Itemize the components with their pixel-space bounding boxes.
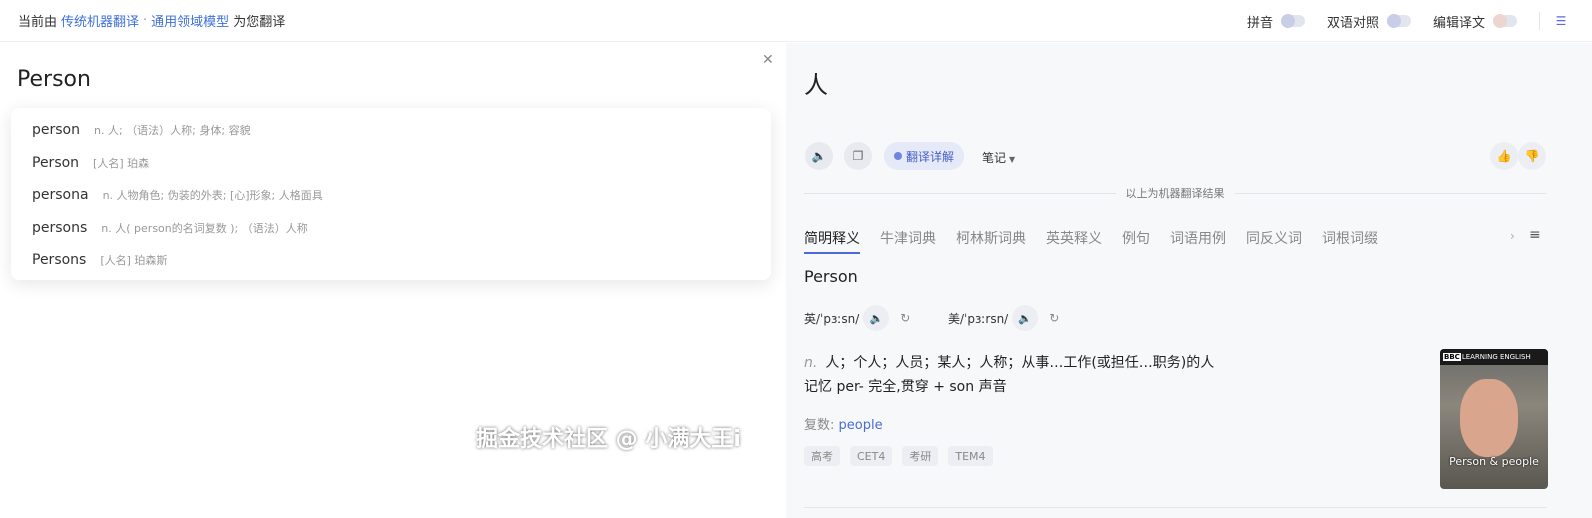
tab-oxford[interactable]: 牛津词典 (880, 228, 936, 254)
speaker-icon[interactable]: 🔈 (805, 142, 833, 170)
suggestion-word: Person (32, 154, 80, 171)
presenter-image (1460, 379, 1518, 457)
suggestion-item[interactable]: persona n. 人物角色; 伪装的外表; [心]形象; 人格面具 (11, 179, 771, 212)
suggestion-word: person (32, 122, 80, 139)
suggestion-def: [人名] 珀森 (93, 156, 150, 170)
bilingual-label: 双语对照 (1326, 15, 1379, 31)
notes-dropdown[interactable]: 笔记 ▼ (982, 149, 1015, 166)
exam-tags: 高考 CET4 考研 TEM4 (804, 446, 1003, 466)
suggestion-item[interactable]: person n. 人; （语法）人称; 身体; 容貌 (11, 114, 771, 147)
close-icon[interactable]: ✕ (762, 52, 774, 68)
detail-icon (894, 152, 902, 160)
definition: n. 人；个人；人员；某人；人称；从事…工作(或担任…职务)的人 (804, 352, 1214, 372)
suggestion-word: Persons (32, 252, 87, 269)
pinyin-label: 拼音 (1246, 15, 1273, 31)
uk-label: 英/ˈpɜːsn/ (804, 311, 860, 326)
headword: Person (804, 267, 858, 286)
exam-tag: 考研 (902, 446, 939, 466)
source-text[interactable]: Person (17, 67, 91, 92)
tab-collins[interactable]: 柯林斯词典 (956, 228, 1026, 254)
definition-text: 人；个人；人员；某人；人称；从事…工作(或担任…职务)的人 (825, 355, 1215, 371)
suggestion-def: [人名] 珀森斯 (100, 254, 168, 268)
video-caption: Person & people (1449, 455, 1539, 468)
caret-down-icon: ▼ (1009, 155, 1016, 164)
menu-icon[interactable]: ≡ (1529, 227, 1541, 243)
tab-roots[interactable]: 词根词缀 (1322, 228, 1378, 254)
engine-link[interactable]: 传统机器翻译 (61, 11, 139, 30)
edit-toggle[interactable] (1493, 14, 1517, 28)
bilingual-toggle[interactable] (1386, 14, 1411, 28)
bottom-divider (804, 507, 1546, 508)
thumbs-down-icon[interactable]: 👎 (1518, 142, 1546, 170)
dict-tabs: 简明释义 牛津词典 柯林斯词典 英英释义 例句 词语用例 同反义词 词根词缀 (804, 228, 1398, 254)
engine-suffix: 为您翻译 (233, 15, 286, 30)
topbar-divider (1539, 12, 1540, 30)
machine-note-divider: 以上为机器翻译结果 (804, 185, 1546, 201)
copy-icon[interactable]: ❐ (844, 142, 872, 170)
chevron-right-icon[interactable]: › (1510, 229, 1515, 243)
watermark: 掘金技术社区 @ 小满大王i (476, 427, 741, 452)
pinyin-toggle[interactable] (1280, 14, 1305, 28)
tab-usage[interactable]: 词语用例 (1170, 228, 1226, 254)
uk-pronunciation: 英/ˈpɜːsn/ 🔈 ↻ (804, 305, 913, 331)
suggestion-item[interactable]: Person [人名] 珀森 (11, 147, 771, 180)
translation-detail-button[interactable]: 翻译详解 (884, 142, 965, 170)
part-of-speech: n. (804, 355, 818, 371)
video-thumbnail[interactable]: BBC LEARNING ENGLISH Person & people (1440, 349, 1548, 489)
topbar-controls: 拼音 双语对照 编辑译文 ☰ (1247, 0, 1592, 42)
replay-icon[interactable]: ↻ (1046, 310, 1062, 326)
memory-tip: 记忆 per- 完全,贯穿 + son 声音 (804, 379, 1007, 395)
suggestion-item[interactable]: persons n. 人( person的名词复数 ); （语法）人称 (11, 212, 771, 245)
video-brand-bar: BBC LEARNING ENGLISH (1440, 349, 1548, 365)
target-text: 人 (804, 71, 828, 99)
suggestion-def: n. 人物角色; 伪装的外表; [心]形象; 人格面具 (102, 189, 323, 203)
engine-prefix: 当前由 (18, 15, 58, 30)
model-link[interactable]: 通用领域模型 (151, 11, 229, 30)
tab-examples[interactable]: 例句 (1122, 228, 1150, 254)
video-brand-sub: LEARNING ENGLISH (1461, 353, 1531, 361)
us-label: 美/ˈpɜːrsn/ (948, 311, 1009, 326)
speaker-icon[interactable]: 🔈 (863, 305, 890, 331)
tab-synonyms[interactable]: 同反义词 (1246, 228, 1302, 254)
exam-tag: TEM4 (948, 446, 993, 466)
exam-tag: 高考 (804, 446, 840, 466)
replay-icon[interactable]: ↻ (897, 310, 913, 326)
list-icon[interactable]: ☰ (1550, 10, 1572, 32)
tab-concise[interactable]: 简明释义 (804, 228, 860, 254)
suggestion-def: n. 人( person的名词复数 ); （语法）人称 (101, 221, 308, 235)
suggestion-word: persons (32, 219, 88, 236)
plural-link[interactable]: people (839, 418, 883, 433)
suggestion-list: person n. 人; （语法）人称; 身体; 容貌 Person [人名] … (11, 108, 771, 280)
us-pronunciation: 美/ˈpɜːrsn/ 🔈 ↻ (948, 305, 1062, 331)
suggestion-item[interactable]: Persons [人名] 珀森斯 (11, 244, 771, 277)
target-pane: 人 🔈 ❐ 翻译详解 笔记 ▼ 👍 👎 以上为机器翻译结果 简明释义 牛津词典 柯… (786, 43, 1592, 518)
suggestion-def: n. 人; （语法）人称; 身体; 容貌 (94, 124, 251, 138)
tab-english[interactable]: 英英释义 (1046, 228, 1102, 254)
plural-form: 复数: people (804, 414, 883, 433)
suggestion-word: persona (32, 187, 89, 204)
plural-label: 复数: (804, 418, 835, 433)
video-brand: BBC (1443, 353, 1461, 361)
detail-label: 翻译详解 (906, 149, 955, 164)
edit-label: 编辑译文 (1432, 15, 1485, 31)
engine-dot: · (143, 13, 148, 28)
notes-label: 笔记 (982, 151, 1007, 165)
machine-note: 以上为机器翻译结果 (1125, 187, 1225, 200)
exam-tag: CET4 (850, 446, 893, 466)
speaker-icon[interactable]: 🔈 (1012, 305, 1039, 331)
thumbs-up-icon[interactable]: 👍 (1490, 142, 1518, 170)
